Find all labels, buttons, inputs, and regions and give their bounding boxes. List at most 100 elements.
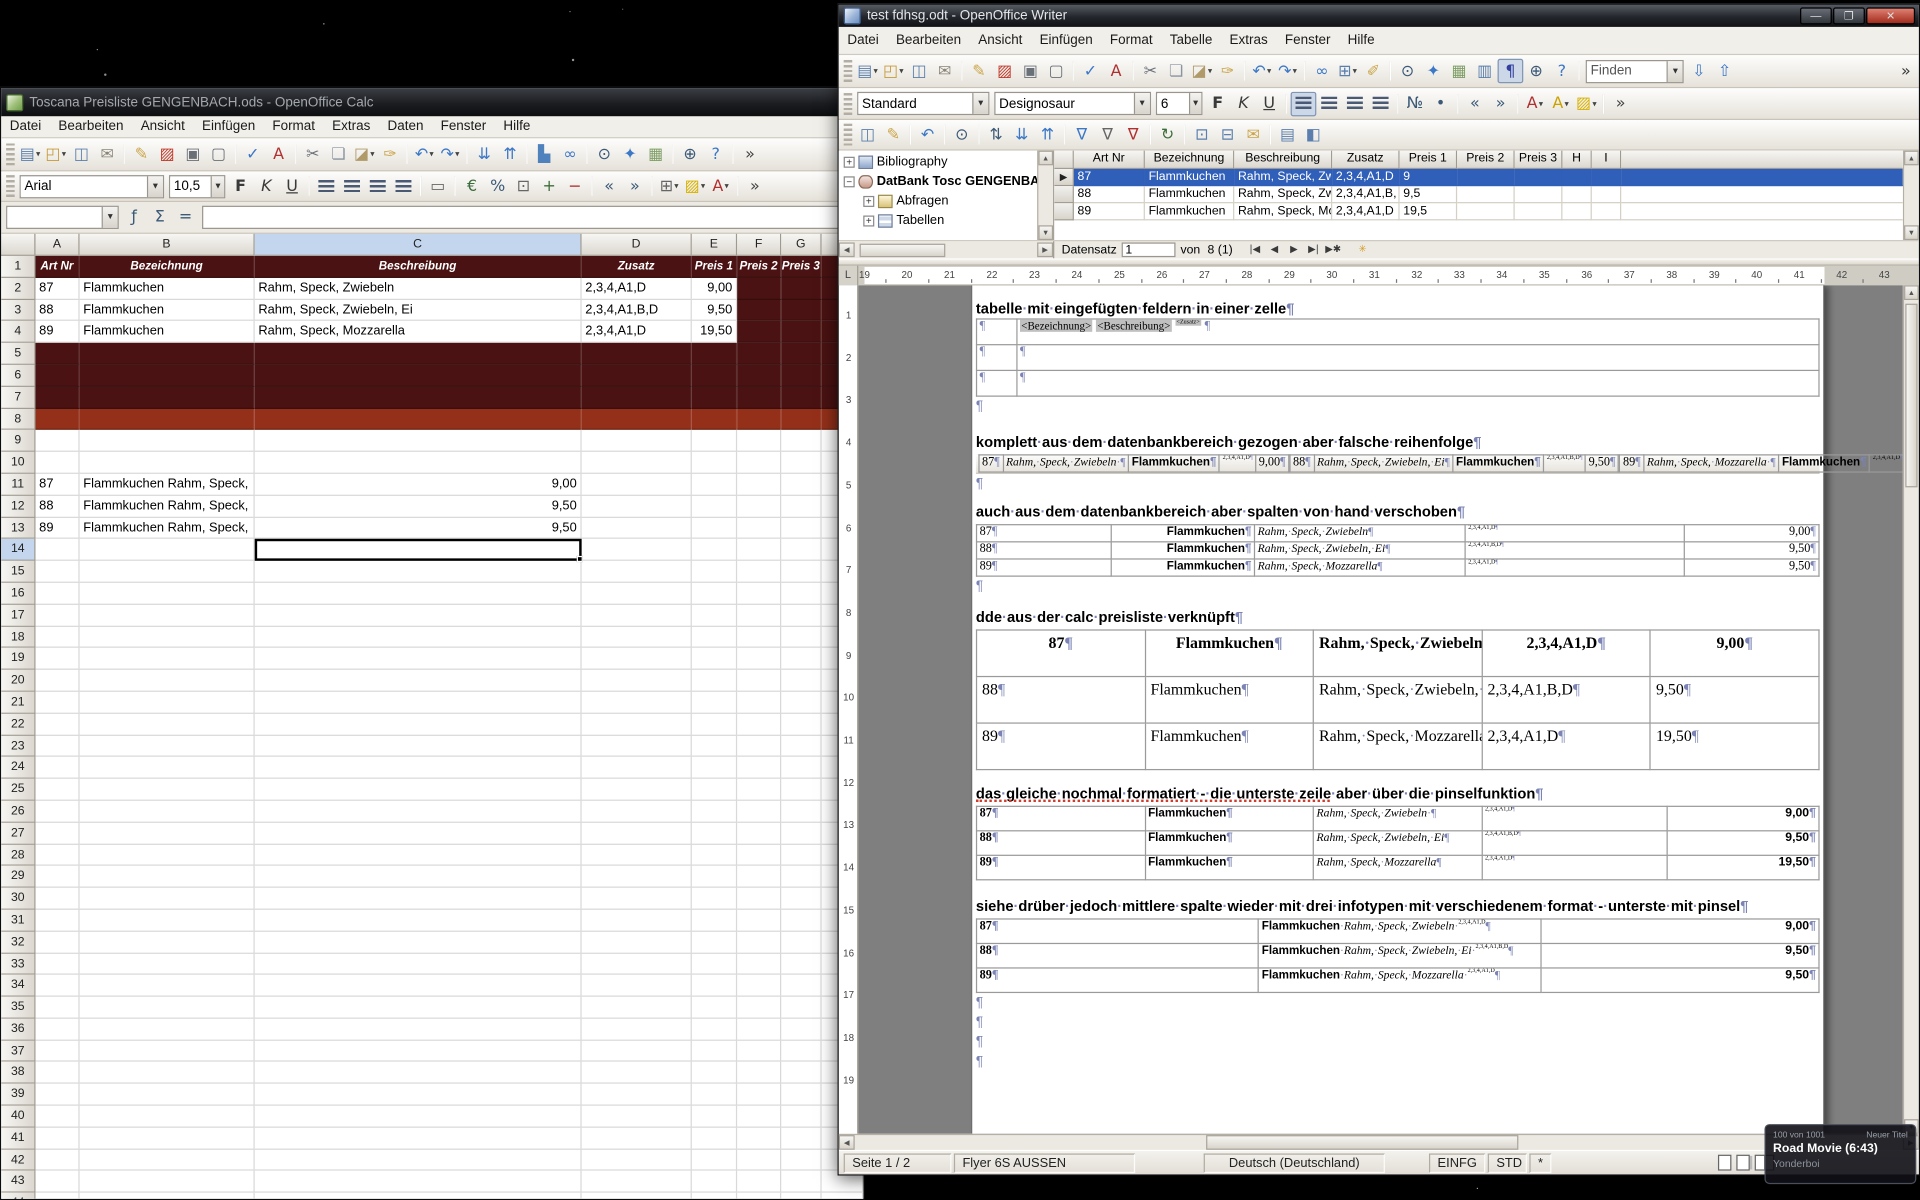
cell-D8[interactable] [582,408,692,430]
cell-C24[interactable] [255,757,582,779]
table-cell[interactable]: 2,3,4,A1,D¶ [1482,806,1667,830]
cell-F15[interactable] [737,561,781,583]
table-cell[interactable]: 2,3,4,A1,D¶ [1465,525,1684,542]
table-cell[interactable]: 9,50¶ [1684,542,1819,559]
toolbar-options-button[interactable]: » [737,142,763,166]
cell-A15[interactable] [36,561,80,583]
edit-file-button[interactable]: ✎ [966,59,992,83]
table-cell[interactable]: 88¶ [977,943,1259,967]
cell-G30[interactable] [781,888,821,910]
cell-F38[interactable] [737,1062,781,1084]
row-header-41[interactable]: 41 [1,1128,35,1150]
cell-E26[interactable] [692,801,737,823]
cell-A32[interactable] [36,931,80,953]
row-selector[interactable]: ▶ [1054,169,1074,186]
cell-E44[interactable] [692,1193,737,1199]
cell-C40[interactable] [255,1106,582,1128]
open-button[interactable]: ◰▾ [43,142,69,166]
cell-B28[interactable] [80,844,255,866]
cell-B36[interactable] [80,1019,255,1041]
calc-title-bar[interactable]: Toscana Preisliste GENGENBACH.ods - Open… [1,88,863,116]
cell-E25[interactable] [692,779,737,801]
cell-G21[interactable] [781,692,821,714]
background-color-button[interactable]: ▨▾ [1573,91,1599,115]
row-header-43[interactable]: 43 [1,1171,35,1193]
cell-A40[interactable] [36,1106,80,1128]
cell-A16[interactable] [36,583,80,605]
cell-D38[interactable] [582,1062,692,1084]
table-cell[interactable]: 2,3,4,A1,D¶ [1870,455,1903,472]
autofilter-button[interactable]: ∇ [1069,122,1095,146]
row-header-42[interactable]: 42 [1,1149,35,1171]
cell-C26[interactable] [255,801,582,823]
cell-A26[interactable] [36,801,80,823]
status-page-style[interactable]: Flyer 6S AUSSEN [954,1153,1135,1173]
cell-B16[interactable] [80,583,255,605]
record-number-input[interactable] [1122,242,1176,257]
cell-G38[interactable] [781,1062,821,1084]
toolbar-grip[interactable] [6,175,15,197]
cell-A44[interactable] [36,1193,80,1199]
table-cell[interactable]: <Bezeichnung><Beschreibung><Zusatz>¶ [1017,319,1819,345]
cell-F25[interactable] [737,779,781,801]
cell-F27[interactable] [737,823,781,845]
spellcheck-button[interactable]: ✓ [1078,59,1104,83]
next-record-button[interactable]: ▶ [1284,242,1304,258]
calc-menu-ansicht[interactable]: Ansicht [132,116,193,137]
cell-D1[interactable]: Zusatz [582,256,692,278]
grid-column-header-zusatz[interactable]: Zusatz [1332,151,1399,169]
cell-E34[interactable] [692,975,737,997]
calc-menu-fenster[interactable]: Fenster [432,116,495,137]
scrollbar-thumb[interactable] [1905,304,1917,488]
cell-G33[interactable] [781,953,821,975]
auto-spellcheck-button[interactable]: A [1103,59,1129,83]
cell-B22[interactable] [80,714,255,736]
cell-G20[interactable] [781,670,821,692]
table-cell[interactable]: 2,3,4,A1,D¶ [1482,723,1650,770]
table-cell[interactable]: Rahm,·Speck,·Zwiebeln,·Ei¶ [1313,831,1481,855]
table-cell[interactable]: 9,00¶ [1650,630,1819,677]
status-page[interactable]: Seite 1 / 2 [844,1153,952,1173]
cell-C20[interactable] [255,670,582,692]
table-cell[interactable]: 9,50¶ [1684,559,1819,576]
cell-B4[interactable]: Flammkuchen [80,321,255,343]
cell-E22[interactable] [692,714,737,736]
table-cell[interactable]: 89¶ [977,968,1259,992]
cell-A6[interactable] [36,365,80,387]
table-cell[interactable]: 87¶ [977,806,1145,830]
table-cell[interactable]: 87¶ [977,525,1112,542]
writer-title-bar[interactable]: test fdhsg.odt - OpenOffice Writer — ❐ ✕ [839,5,1919,27]
borders-button[interactable]: ⊞▾ [656,174,682,198]
cell-G13[interactable] [781,517,821,539]
cell-A17[interactable] [36,605,80,627]
row-header-2[interactable]: 2 [1,278,35,300]
paste-button[interactable]: ◪▾ [1189,59,1215,83]
table-cell[interactable]: 89¶ [1620,455,1644,472]
cell-D16[interactable] [582,583,692,605]
insert-chart-button[interactable]: ▙ [531,142,557,166]
grid-column-header-selector[interactable] [1054,151,1074,169]
cell-D39[interactable] [582,1084,692,1106]
italic-button[interactable]: K [1231,91,1257,115]
table-cell[interactable]: Flammkuchen·Rahm,·Speck,·Zwiebeln,·Ei·2,… [1259,943,1541,967]
page-preview-button[interactable]: ▢ [1043,59,1069,83]
cell-F3[interactable] [737,300,781,322]
table-cell[interactable]: 2,3,4,A1,B,D¶ [1465,542,1684,559]
cell-D41[interactable] [582,1128,692,1150]
align-justify-button[interactable] [1368,91,1394,115]
cell-F19[interactable] [737,648,781,670]
cell-A22[interactable] [36,714,80,736]
cell-E28[interactable] [692,844,737,866]
function-wizard-button[interactable]: ƒ [121,205,147,229]
cell-A10[interactable] [36,452,80,474]
table-cell[interactable]: ¶ [977,370,1017,396]
cell-D9[interactable] [582,430,692,452]
table-cell[interactable]: 2,3,4,A1,B,D¶ [1482,831,1667,855]
grid-cell[interactable]: 88 [1074,186,1145,203]
cell-B14[interactable] [80,539,255,561]
cell-A33[interactable] [36,953,80,975]
row-header-26[interactable]: 26 [1,801,35,823]
row-header-29[interactable]: 29 [1,866,35,888]
cell-E17[interactable] [692,605,737,627]
cell-A1[interactable]: Art Nr [36,256,80,278]
